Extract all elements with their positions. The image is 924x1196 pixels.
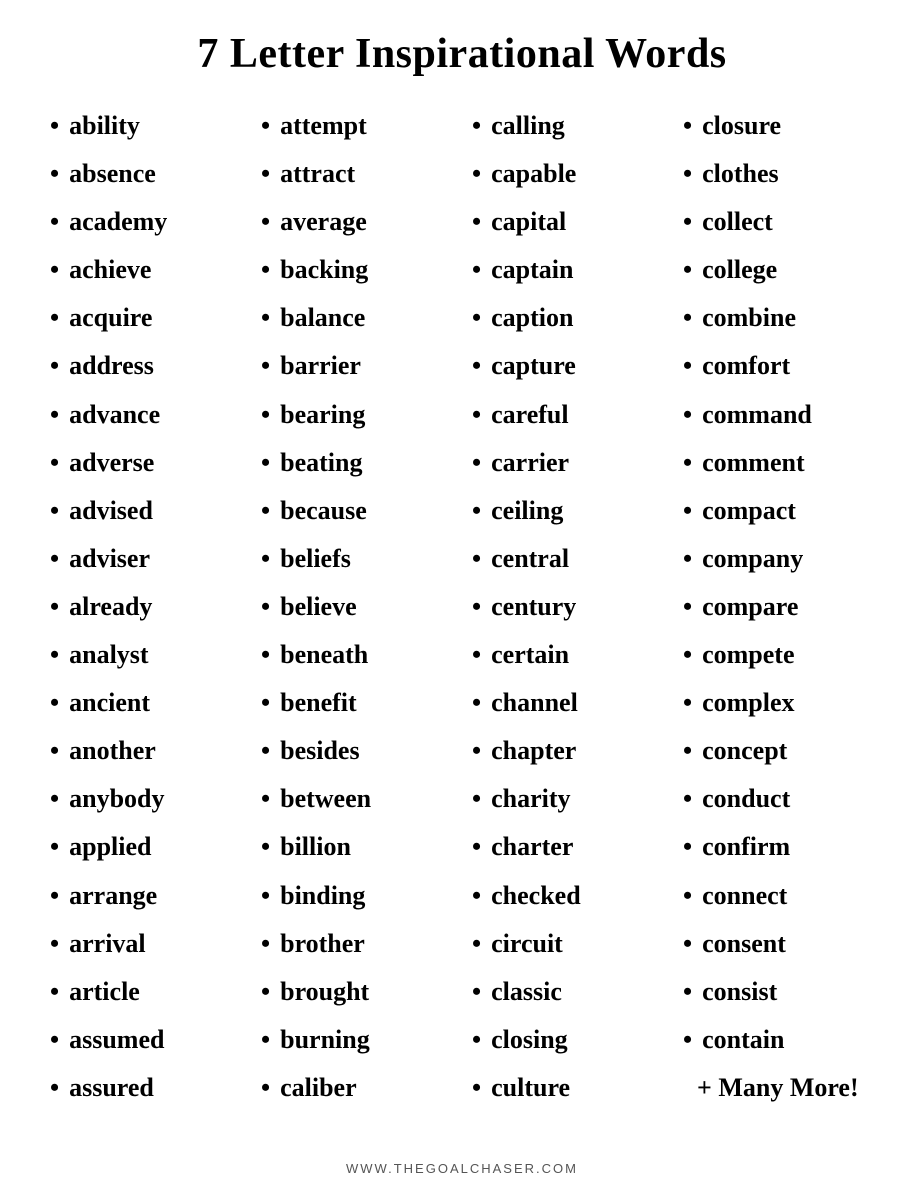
list-item: binding: [261, 872, 452, 920]
list-item: brought: [261, 968, 452, 1016]
list-item: compact: [683, 487, 874, 535]
list-item: closure: [683, 102, 874, 150]
list-item: compare: [683, 583, 874, 631]
list-item: ancient: [50, 679, 241, 727]
list-item: assumed: [50, 1016, 241, 1064]
list-item: confirm: [683, 823, 874, 871]
list-item: central: [472, 535, 663, 583]
list-item: capable: [472, 150, 663, 198]
list-item: arrival: [50, 920, 241, 968]
list-item: attract: [261, 150, 452, 198]
list-item: average: [261, 198, 452, 246]
list-item: beating: [261, 439, 452, 487]
list-item: college: [683, 246, 874, 294]
list-item: caliber: [261, 1064, 452, 1112]
more-text: + Many More!: [683, 1064, 874, 1112]
list-item: absence: [50, 150, 241, 198]
list-item: billion: [261, 823, 452, 871]
word-grid: abilityabsenceacademyachieveacquireaddre…: [40, 102, 884, 1141]
list-item: barrier: [261, 342, 452, 390]
word-column-1: abilityabsenceacademyachieveacquireaddre…: [40, 102, 251, 1141]
list-item: beneath: [261, 631, 452, 679]
list-item: charity: [472, 775, 663, 823]
list-item: anybody: [50, 775, 241, 823]
list-item: conduct: [683, 775, 874, 823]
list-item: analyst: [50, 631, 241, 679]
list-item: assured: [50, 1064, 241, 1112]
list-item: century: [472, 583, 663, 631]
list-item: classic: [472, 968, 663, 1016]
list-item: capital: [472, 198, 663, 246]
list-item: believe: [261, 583, 452, 631]
list-item: bearing: [261, 391, 452, 439]
list-item: command: [683, 391, 874, 439]
list-item: circuit: [472, 920, 663, 968]
list-item: adverse: [50, 439, 241, 487]
list-item: certain: [472, 631, 663, 679]
list-item: applied: [50, 823, 241, 871]
list-item: arrange: [50, 872, 241, 920]
list-item: chapter: [472, 727, 663, 775]
list-item: calling: [472, 102, 663, 150]
list-item: ceiling: [472, 487, 663, 535]
list-item: concept: [683, 727, 874, 775]
list-item: academy: [50, 198, 241, 246]
list-item: brother: [261, 920, 452, 968]
list-item: comfort: [683, 342, 874, 390]
list-item: complex: [683, 679, 874, 727]
word-column-4: closureclothescollectcollegecombinecomfo…: [673, 102, 884, 1141]
list-item: ability: [50, 102, 241, 150]
footer-url: WWW.THEGOALCHASER.COM: [346, 1161, 578, 1176]
list-item: compete: [683, 631, 874, 679]
list-item: checked: [472, 872, 663, 920]
list-item: collect: [683, 198, 874, 246]
list-item: capture: [472, 342, 663, 390]
list-item: caption: [472, 294, 663, 342]
list-item: culture: [472, 1064, 663, 1112]
list-item: backing: [261, 246, 452, 294]
list-item: because: [261, 487, 452, 535]
list-item: achieve: [50, 246, 241, 294]
list-item: balance: [261, 294, 452, 342]
list-item: consent: [683, 920, 874, 968]
list-item: burning: [261, 1016, 452, 1064]
list-item: attempt: [261, 102, 452, 150]
list-item: address: [50, 342, 241, 390]
list-item: clothes: [683, 150, 874, 198]
word-column-3: callingcapablecapitalcaptaincaptioncaptu…: [462, 102, 673, 1141]
list-item: connect: [683, 872, 874, 920]
list-item: captain: [472, 246, 663, 294]
page-title: 7 Letter Inspirational Words: [197, 30, 726, 78]
list-item: advance: [50, 391, 241, 439]
list-item: combine: [683, 294, 874, 342]
list-item: adviser: [50, 535, 241, 583]
list-item: already: [50, 583, 241, 631]
list-item: closing: [472, 1016, 663, 1064]
list-item: charter: [472, 823, 663, 871]
list-item: beliefs: [261, 535, 452, 583]
list-item: carrier: [472, 439, 663, 487]
list-item: besides: [261, 727, 452, 775]
list-item: another: [50, 727, 241, 775]
list-item: between: [261, 775, 452, 823]
list-item: consist: [683, 968, 874, 1016]
list-item: contain: [683, 1016, 874, 1064]
word-column-2: attemptattractaveragebackingbalancebarri…: [251, 102, 462, 1141]
list-item: comment: [683, 439, 874, 487]
list-item: careful: [472, 391, 663, 439]
list-item: article: [50, 968, 241, 1016]
list-item: company: [683, 535, 874, 583]
list-item: benefit: [261, 679, 452, 727]
list-item: channel: [472, 679, 663, 727]
list-item: advised: [50, 487, 241, 535]
list-item: acquire: [50, 294, 241, 342]
